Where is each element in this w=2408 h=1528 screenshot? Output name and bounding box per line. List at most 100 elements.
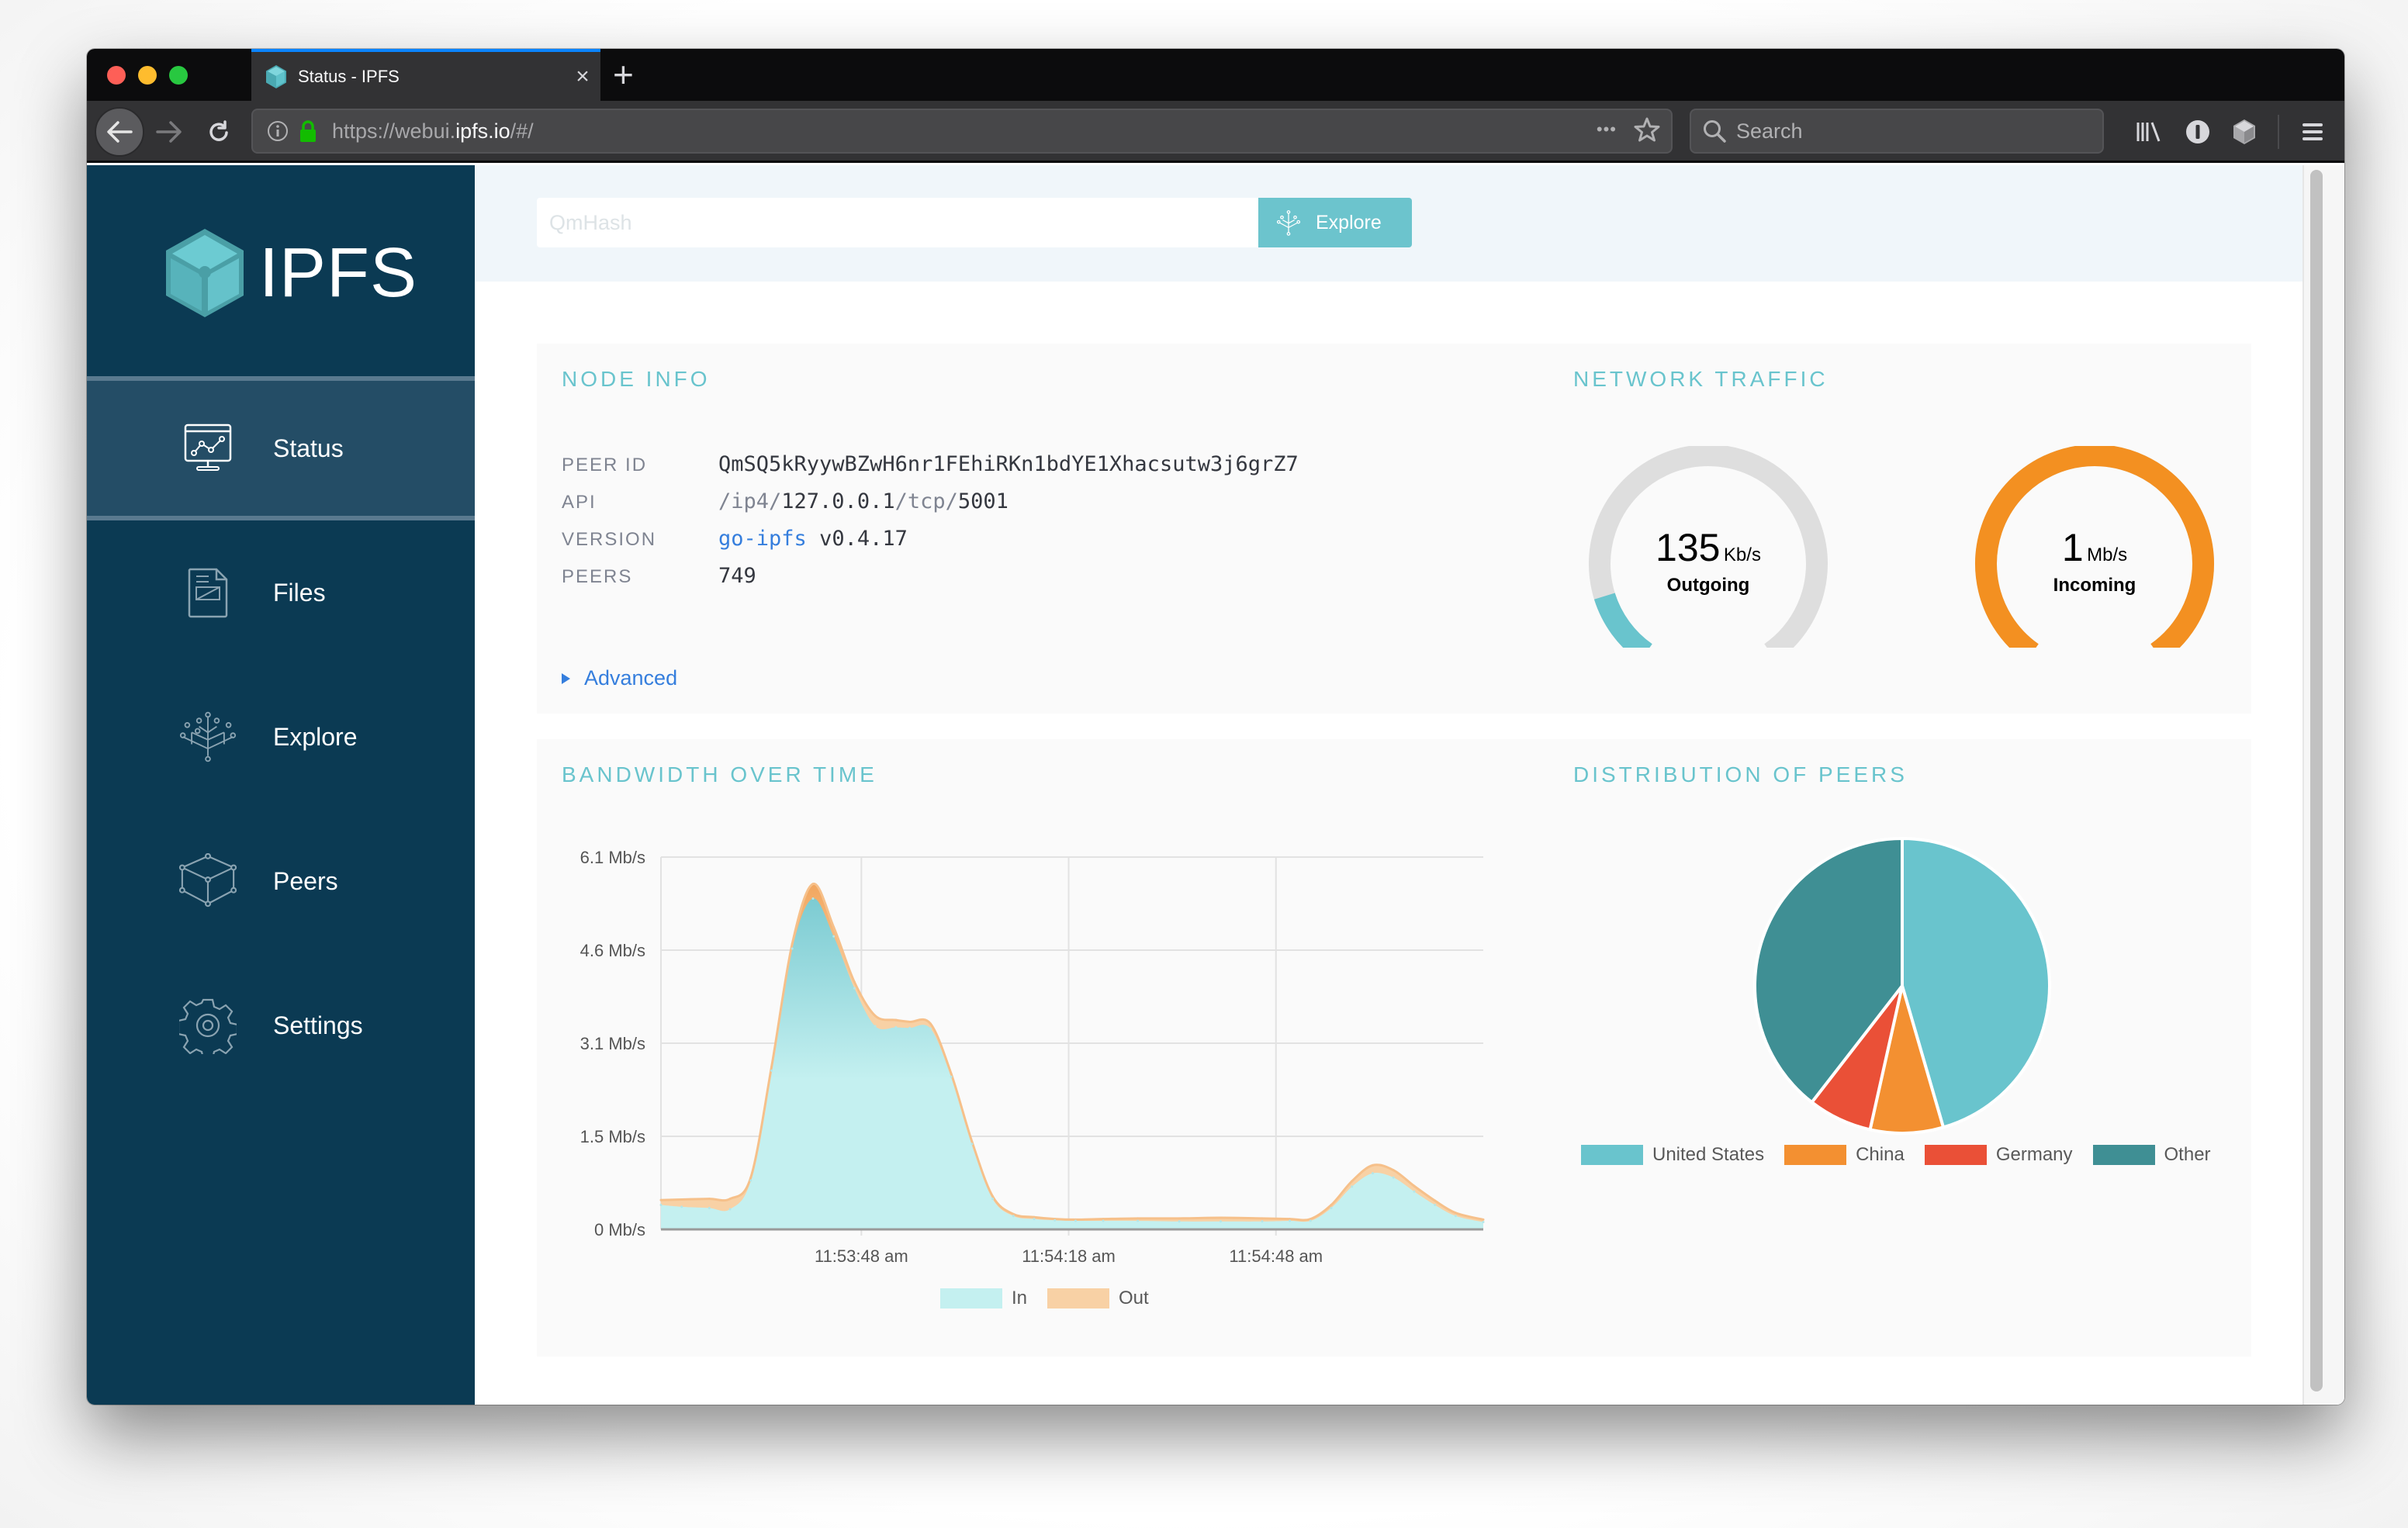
peers-value: 749 [718,564,756,588]
tree-icon [1276,210,1301,236]
in-point [811,897,815,901]
maximize-window-button[interactable] [169,66,188,85]
go-ipfs-link[interactable]: go-ipfs [718,527,807,551]
browser-window: Status - IPFS × + https://webui.ipfs.io/… [87,49,2344,1405]
lock-icon[interactable] [298,119,318,143]
out-point [1330,1204,1333,1207]
hamburger-menu-icon[interactable] [2301,121,2324,143]
info-icon[interactable] [267,120,289,142]
in-point [991,1198,995,1201]
back-button[interactable] [95,107,144,157]
in-point [1454,1215,1457,1218]
outgoing-value: 135 Kb/s [1656,526,1761,569]
password-manager-icon[interactable] [2185,119,2211,145]
legend-in[interactable]: In [940,1288,1027,1309]
search-icon [1704,120,1726,143]
tab-status-ipfs[interactable]: Status - IPFS × [251,49,600,101]
ipfs-logo[interactable]: IPFS [164,227,417,319]
star-bookmark-icon[interactable] [1634,116,1660,143]
out-point [1482,1218,1485,1221]
pie-legend: United States China Germany Other [1581,1144,2211,1166]
legend-label: Germany [1995,1144,2073,1165]
legend-label: Other [2164,1144,2211,1165]
incoming-value: 1 Mb/s [2061,526,2128,569]
out-point [970,1140,974,1143]
close-window-button[interactable] [107,66,126,85]
in-point [1102,1219,1105,1222]
out-point [1137,1217,1140,1220]
reload-button[interactable] [203,116,234,147]
scrollbar-thumb[interactable] [2310,170,2323,1391]
sidebar-item-files[interactable]: Files [87,520,475,665]
search-bar[interactable]: Search [1690,109,2104,154]
out-point [874,1015,877,1018]
minimize-window-button[interactable] [138,66,157,85]
in-point [950,1075,953,1078]
x-tick-label: 11:53:48 am [815,1246,908,1266]
in-point [708,1206,711,1209]
sidebar-item-peers[interactable]: Peers [87,809,475,953]
out-point [950,1072,953,1075]
advanced-label: Advanced [584,666,678,690]
forward-button[interactable] [154,116,185,147]
out-point [1371,1163,1374,1167]
node-info-title: NODE INFO [562,367,711,391]
in-point [1392,1176,1395,1179]
ipfs-companion-icon[interactable] [2233,119,2256,145]
url-text: https://webui.ipfs.io/#/ [332,119,534,143]
library-icon[interactable] [2135,119,2163,144]
page-actions-icon[interactable]: ••• [1597,119,1617,140]
out-point [728,1198,732,1201]
sidebar-item-status[interactable]: Status [87,376,475,520]
peer-distribution-pie [1753,836,2051,1135]
in-point [1371,1172,1374,1175]
back-arrow-icon [107,121,133,143]
explore-button-label: Explore [1316,211,1382,233]
sidebar-item-settings[interactable]: Settings [87,953,475,1098]
in-point [929,1027,932,1030]
explore-button[interactable]: Explore [1258,198,1412,247]
version-value: go-ipfs v0.4.17 [718,527,908,551]
in-point [874,1025,877,1028]
nav-label-status: Status [273,434,344,462]
legend-swatch [2092,1145,2155,1165]
url-bar[interactable]: https://webui.ipfs.io/#/ ••• [251,109,1673,154]
vertical-scrollbar[interactable] [2302,165,2344,1405]
peers-label: PEERS [562,566,633,587]
legend-united-states[interactable]: United States [1581,1144,1764,1166]
legend-china[interactable]: China [1784,1144,1905,1166]
in-point [853,987,856,990]
y-tick-label: 1.5 Mb/s [580,1127,645,1146]
sidebar-item-explore[interactable]: Explore [87,665,475,809]
version-label: VERSION [562,529,657,550]
out-point [659,1198,663,1201]
out-point [929,1022,932,1025]
advanced-toggle[interactable]: Advanced [562,666,677,690]
in-point [1220,1220,1223,1223]
legend-out[interactable]: Out [1047,1288,1149,1309]
new-tab-button[interactable]: + [613,55,634,94]
y-tick-label: 0 Mb/s [594,1220,645,1239]
outgoing-label: Outgoing [1666,575,1750,596]
nav-label-settings: Settings [273,1011,363,1039]
close-tab-icon[interactable]: × [565,64,600,88]
y-tick-label: 6.1 Mb/s [580,848,645,867]
legend-other[interactable]: Other [2092,1144,2211,1166]
hash-search-input[interactable] [537,198,1258,247]
node-info-card: NODE INFO PEER ID QmSQ5kRyywBZwH6nr1FEhi… [537,344,2251,714]
sidebar: IPFS Status Files Explore Peers Settings [87,165,475,1405]
in-point [832,935,836,938]
logo-text: IPFS [259,233,418,312]
api-label: API [562,492,597,513]
bandwidth-chart: 0 Mb/s 1.5 Mb/s 3.1 Mb/s 4.6 Mb/s 6.1 Mb/s 11… [580,848,1485,1266]
nav-label-files: Files [273,578,326,607]
in-point [894,1026,898,1029]
in-point [970,1143,974,1146]
in-point [1178,1220,1181,1223]
page-content: IPFS Status Files Explore Peers Settings… [87,165,2344,1405]
out-point [1351,1180,1354,1183]
outgoing-gauge: 135 Kb/s Outgoing [1584,444,1832,662]
legend-swatch [1924,1145,1987,1165]
legend-germany[interactable]: Germany [1924,1144,2073,1166]
bandwidth-title: BANDWIDTH OVER TIME [562,762,877,786]
